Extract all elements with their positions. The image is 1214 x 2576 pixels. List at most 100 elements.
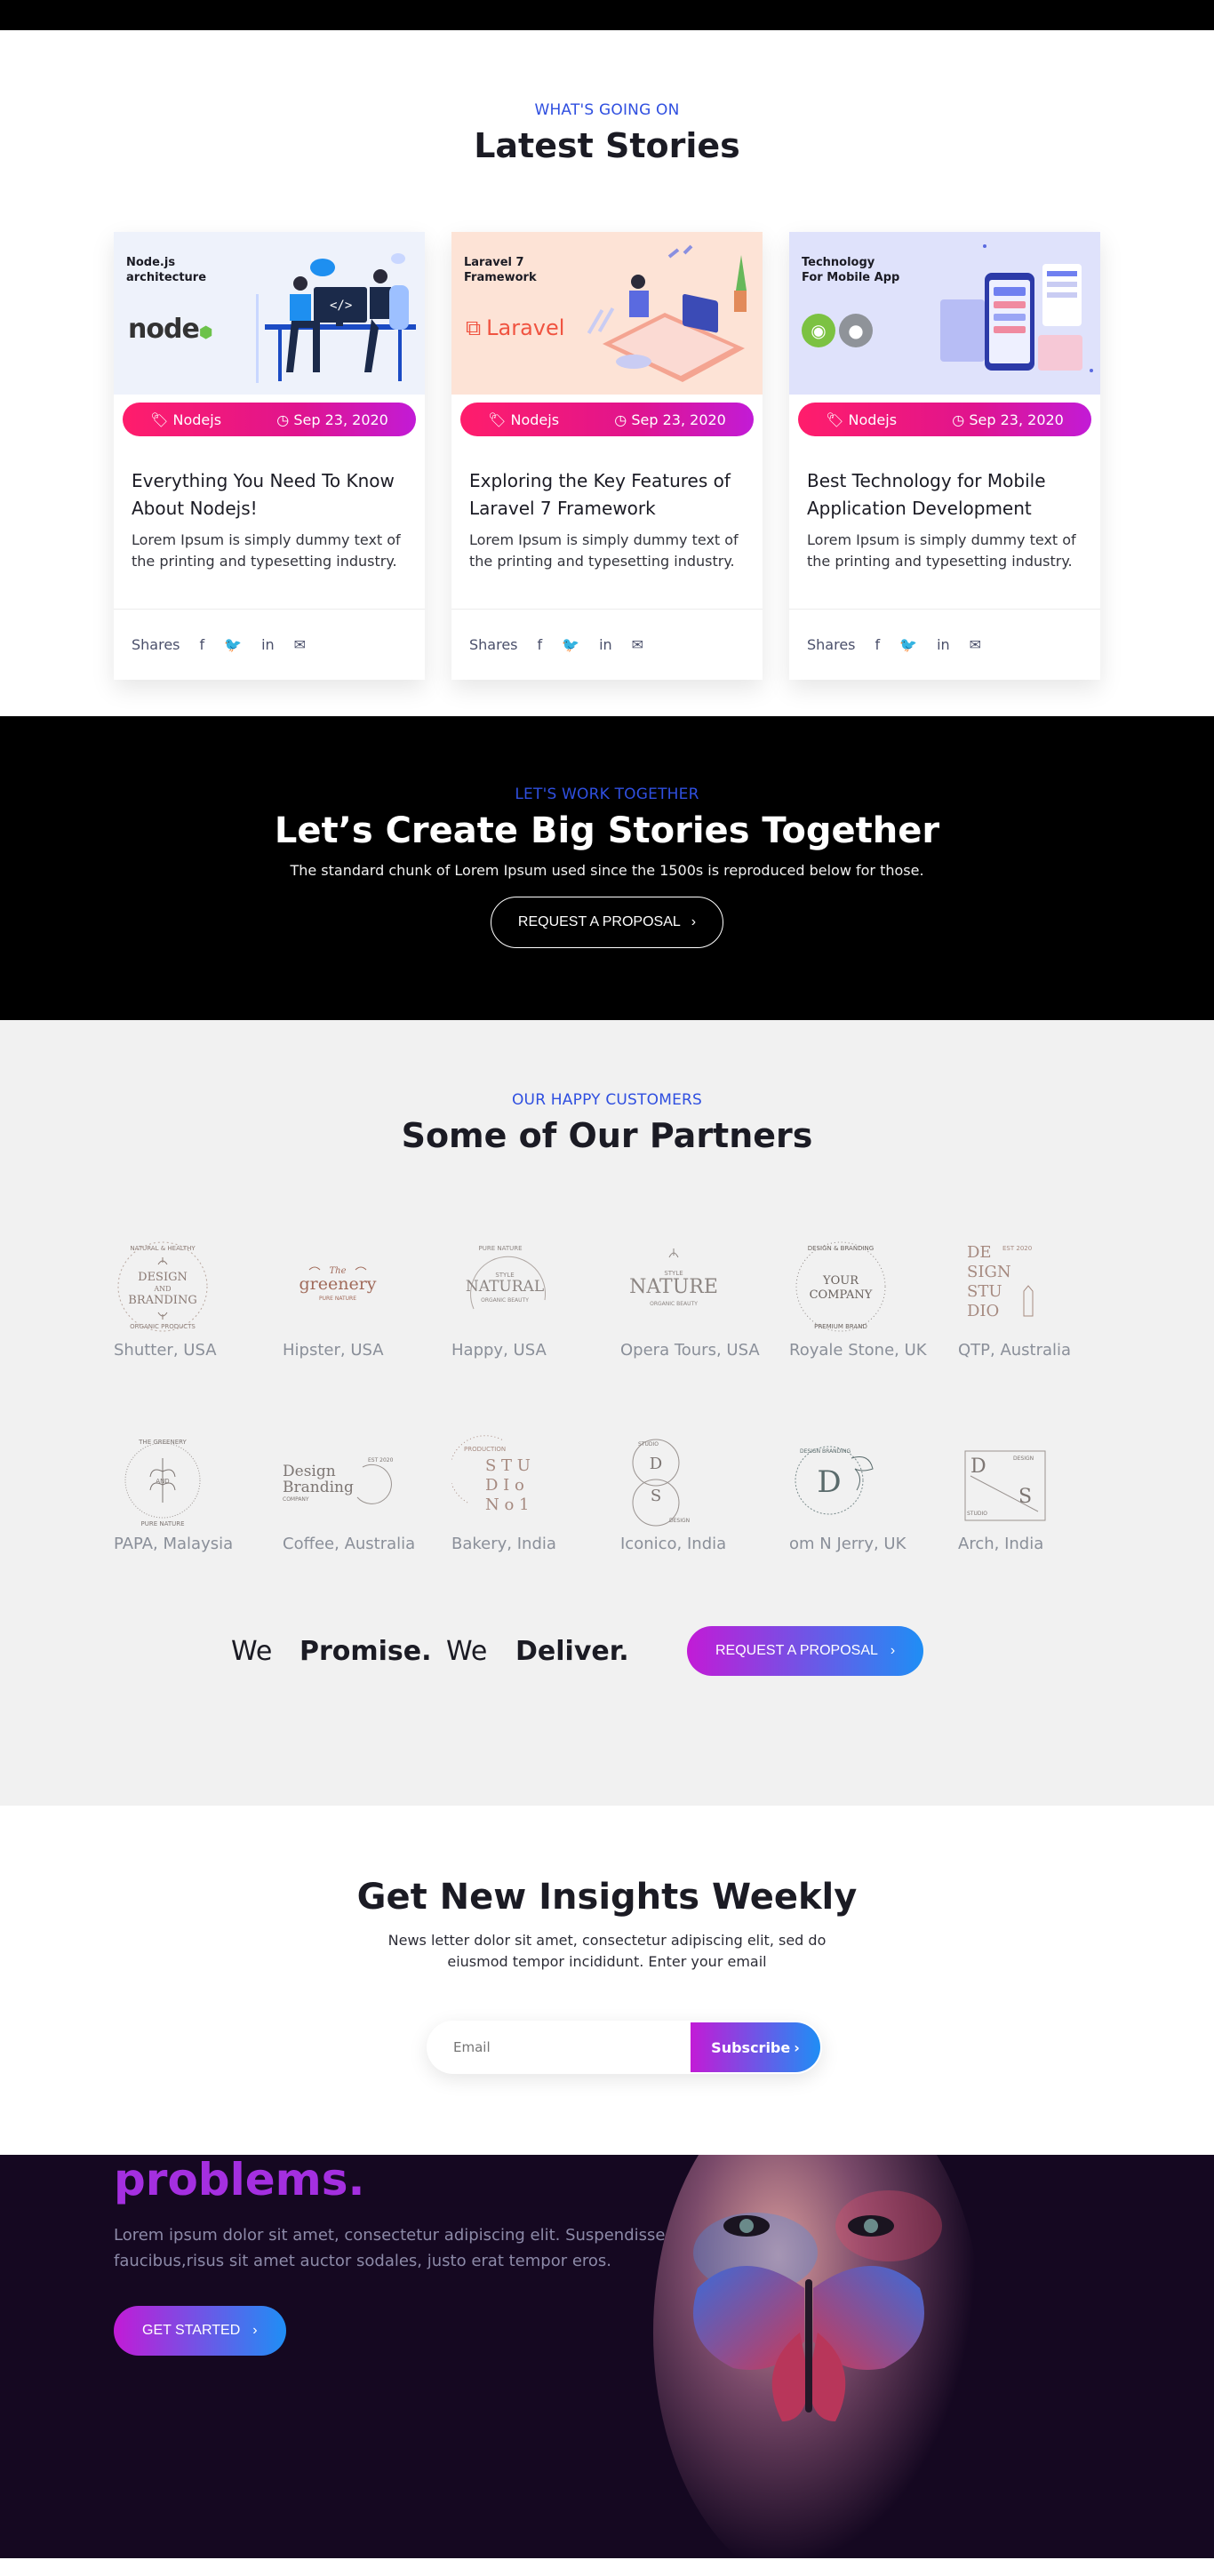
tag-label: Nodejs — [848, 411, 898, 428]
partner-logo[interactable]: D S STUDIO DESIGN Arch, India — [958, 1432, 1127, 1556]
linkedin-icon[interactable]: in — [261, 636, 275, 653]
email-input[interactable] — [427, 2021, 691, 2074]
hero-text-line1: Lorem ipsum dolor sit amet, consectetur … — [114, 2226, 666, 2245]
tag[interactable]: 🏷 Nodejs — [826, 411, 897, 428]
newsletter-text-line2: eiusmod tempor incididunt. Enter your em… — [447, 1953, 767, 1970]
clock-icon: ◷ — [952, 411, 965, 428]
card-share-bar: Shares f 🐦 in ✉ — [789, 609, 1100, 680]
logo-arc-top: PRODUCTION — [464, 1446, 506, 1453]
card-title[interactable]: Best Technology for Mobile Application D… — [807, 467, 1082, 522]
partner-logo[interactable]: DESIGN & BRANDING YOUR COMPANY PREMIUM B… — [789, 1238, 958, 1362]
partner-logo[interactable]: The greenery PURE NATURE Hipster, USA — [283, 1238, 451, 1362]
image-title-line1: Laravel 7 — [464, 256, 524, 269]
partner-logo[interactable]: DE EST 2020 SIGN STU DIO QTP, Australia — [958, 1238, 1127, 1362]
partner-logo[interactable]: DESIGN AND BRANDING NATURAL & HEALTHY OR… — [114, 1238, 283, 1362]
partner-caption: Happy, USA — [451, 1341, 547, 1360]
card-excerpt-line2: the printing and typesetting industry. — [132, 553, 397, 570]
card-excerpt-line1: Lorem Ipsum is simply dummy text of — [469, 531, 739, 548]
svg-text:</>: </> — [330, 299, 352, 313]
logo-mark-top: Design — [283, 1463, 336, 1480]
design-branding-script-logo: EST 2020 Design Branding COMPANY — [283, 1457, 394, 1504]
logo-mark-bottom: N o 1 — [485, 1495, 529, 1514]
logo-arc-top: STUDIO — [638, 1441, 659, 1448]
card-share-bar: Shares f 🐦 in ✉ — [114, 609, 425, 680]
card-title-line2: Application Development — [807, 498, 1032, 519]
story-card-nodejs[interactable]: Node.js architecture node⬢ </> 🏷 Nodejs … — [114, 232, 425, 680]
partner-logo[interactable]: DESIGN BRANDING D om N Jerry, UK — [789, 1432, 958, 1556]
logo-mark-mid: D I o — [485, 1476, 524, 1495]
date-label: Sep 23, 2020 — [293, 411, 388, 428]
card-image-mobile[interactable]: Technology For Mobile App ◉ ● — [789, 232, 1100, 395]
work-together-section: LET'S WORK TOGETHER Let’s Create Big Sto… — [0, 716, 1214, 1020]
facebook-icon[interactable]: f — [200, 636, 205, 653]
card-excerpt: Lorem Ipsum is simply dummy text of the … — [132, 530, 407, 572]
chevron-right-icon: › — [890, 1643, 896, 1658]
partner-logo[interactable]: D S STUDIO DESIGN Iconico, India — [620, 1432, 789, 1556]
image-title-line2: architecture — [126, 271, 207, 284]
logo-mark-top: D — [650, 1455, 662, 1473]
partner-logo[interactable]: THE GREENERY AND PURE NATURE PAPA, Malay… — [114, 1432, 283, 1556]
partner-logo[interactable]: STYLE NATURE ORGANIC BEAUTY Opera Tours,… — [620, 1238, 789, 1362]
logo-mark-top: YOUR — [822, 1274, 859, 1288]
story-card-mobile[interactable]: Technology For Mobile App ◉ ● 🏷 Nodejs ◷… — [789, 232, 1100, 680]
envelope-icon[interactable]: ✉ — [632, 636, 643, 653]
partners-eyebrow: OUR HAPPY CUSTOMERS — [511, 1091, 703, 1109]
logo-mark-mid: COMPANY — [810, 1288, 873, 1302]
clock-icon: ◷ — [614, 411, 627, 428]
tag-icon: 🏷 — [488, 411, 507, 428]
twitter-icon[interactable]: 🐦 — [224, 636, 242, 653]
studio-no1-logo: PRODUCTION S T U D I o N o 1 — [451, 1435, 531, 1514]
card-excerpt-line2: the printing and typesetting industry. — [469, 553, 735, 570]
greenery-logo: The greenery PURE NATURE — [299, 1266, 376, 1302]
partner-logo[interactable]: PURE NATURE STYLE NATURAL ORGANIC BEAUTY… — [451, 1238, 620, 1362]
partner-logo[interactable]: EST 2020 Design Branding COMPANY Coffee,… — [283, 1432, 451, 1556]
laravel-logo-text: Laravel — [486, 315, 565, 340]
facebook-icon[interactable]: f — [538, 636, 543, 653]
card-meta-badge[interactable]: 🏷 Nodejs ◷ Sep 23, 2020 — [123, 403, 416, 436]
card-meta-badge[interactable]: 🏷 Nodejs ◷ Sep 23, 2020 — [798, 403, 1091, 436]
card-title[interactable]: Everything You Need To Know About Nodejs… — [132, 467, 407, 522]
card-image-nodejs[interactable]: Node.js architecture node⬢ </> — [114, 232, 425, 395]
hero-section: problems. Lorem ipsum dolor sit amet, co… — [0, 2155, 1214, 2558]
node-logo-text: node — [128, 314, 200, 345]
card-excerpt-line1: Lorem Ipsum is simply dummy text of — [132, 531, 401, 548]
card-title[interactable]: Exploring the Key Features of Laravel 7 … — [469, 467, 745, 522]
tag[interactable]: 🏷 Nodejs — [150, 411, 221, 428]
story-card-laravel[interactable]: Laravel 7 Framework ⧉ Laravel 🏷 Nodejs ◷… — [451, 232, 763, 680]
twitter-icon[interactable]: 🐦 — [899, 636, 917, 653]
facebook-icon[interactable]: f — [875, 636, 881, 653]
logo-arc-bottom: PURE NATURE — [140, 1520, 184, 1527]
card-title-line2: About Nodejs! — [132, 498, 258, 519]
logo-mark-mid: AND — [153, 1285, 171, 1293]
linkedin-icon[interactable]: in — [937, 636, 950, 653]
envelope-icon[interactable]: ✉ — [294, 636, 306, 653]
tag-icon: 🏷 — [150, 411, 169, 428]
envelope-icon[interactable]: ✉ — [970, 636, 981, 653]
card-image-laravel[interactable]: Laravel 7 Framework ⧉ Laravel — [451, 232, 763, 395]
card-excerpt-line1: Lorem Ipsum is simply dummy text of — [807, 531, 1076, 548]
card-excerpt-line2: the printing and typesetting industry. — [807, 553, 1073, 570]
partner-logo[interactable]: PRODUCTION S T U D I o N o 1 Bakery, Ind… — [451, 1432, 620, 1556]
d-ginkgo-logo: DESIGN BRANDING D — [795, 1446, 874, 1515]
clock-icon: ◷ — [276, 411, 290, 428]
linkedin-icon[interactable]: in — [599, 636, 612, 653]
logo-arc-top: DESIGN & BRANDING — [808, 1245, 874, 1252]
subscribe-button[interactable]: Subscribe › — [691, 2022, 820, 2072]
partner-caption: QTP, Australia — [958, 1341, 1072, 1360]
get-started-button[interactable]: GET STARTED › — [114, 2306, 286, 2356]
card-meta-badge[interactable]: 🏷 Nodejs ◷ Sep 23, 2020 — [460, 403, 754, 436]
request-proposal-button[interactable]: REQUEST A PROPOSAL › — [490, 897, 724, 948]
logo-mark-mid: SIGN — [967, 1263, 1011, 1281]
stories-eyebrow: WHAT'S GOING ON — [534, 101, 680, 119]
logo-arc-bottom: ORGANIC PRODUCTS — [130, 1323, 196, 1330]
request-proposal-button-2[interactable]: REQUEST A PROPOSAL › — [687, 1626, 924, 1676]
apple-icon: ● — [839, 314, 873, 347]
request-proposal-label: REQUEST A PROPOSAL — [517, 914, 681, 929]
promise-word-promise: Promise. — [300, 1635, 432, 1667]
tag[interactable]: 🏷 Nodejs — [488, 411, 559, 428]
natural-logo: PURE NATURE STYLE NATURAL ORGANIC BEAUTY — [466, 1245, 547, 1310]
twitter-icon[interactable]: 🐦 — [562, 636, 579, 653]
date: ◷ Sep 23, 2020 — [276, 411, 388, 428]
request-proposal-label: REQUEST A PROPOSAL — [715, 1643, 878, 1658]
subscribe-label: Subscribe — [711, 2038, 791, 2056]
